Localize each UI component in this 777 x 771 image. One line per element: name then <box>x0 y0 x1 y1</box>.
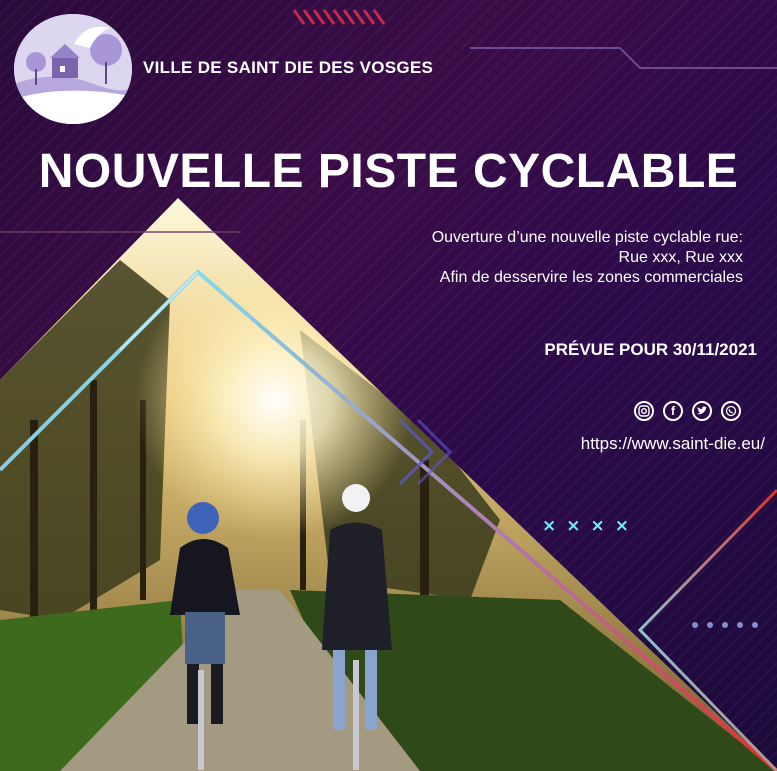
dot <box>752 622 758 628</box>
instagram-icon[interactable] <box>634 401 654 421</box>
description: Ouverture d’une nouvelle piste cyclable … <box>432 228 743 288</box>
dot <box>692 622 698 628</box>
dot <box>737 622 743 628</box>
website-link[interactable]: https://www.saint-die.eu/ <box>581 434 765 454</box>
cross-icon: × <box>542 516 557 536</box>
city-logo <box>14 14 132 124</box>
social-icons: f <box>634 401 741 421</box>
decorative-crosses: × × × × <box>542 516 629 536</box>
description-line: Ouverture d’une nouvelle piste cyclable … <box>431 229 743 246</box>
facebook-icon[interactable]: f <box>663 401 683 421</box>
dot <box>722 622 728 628</box>
decorative-dots <box>692 622 758 628</box>
whatsapp-icon[interactable] <box>721 401 741 421</box>
twitter-icon[interactable] <box>692 401 712 421</box>
poster: VILLE DE SAINT DIE DES VOSGES NOUVELLE P… <box>0 0 777 771</box>
cross-icon: × <box>566 516 581 536</box>
description-line: Afin de desservire les zones commerciale… <box>439 269 743 286</box>
city-name: VILLE DE SAINT DIE DES VOSGES <box>143 58 434 77</box>
cross-icon: × <box>614 516 629 536</box>
opening-date: PRÉVUE POUR 30/11/2021 <box>544 340 757 359</box>
poster-graphics <box>0 9 777 771</box>
description-line: Rue xxx, Rue xxx <box>618 249 743 266</box>
cross-icon: × <box>590 516 605 536</box>
page-title: NOUVELLE PISTE CYCLABLE <box>38 145 739 198</box>
dot <box>707 622 713 628</box>
